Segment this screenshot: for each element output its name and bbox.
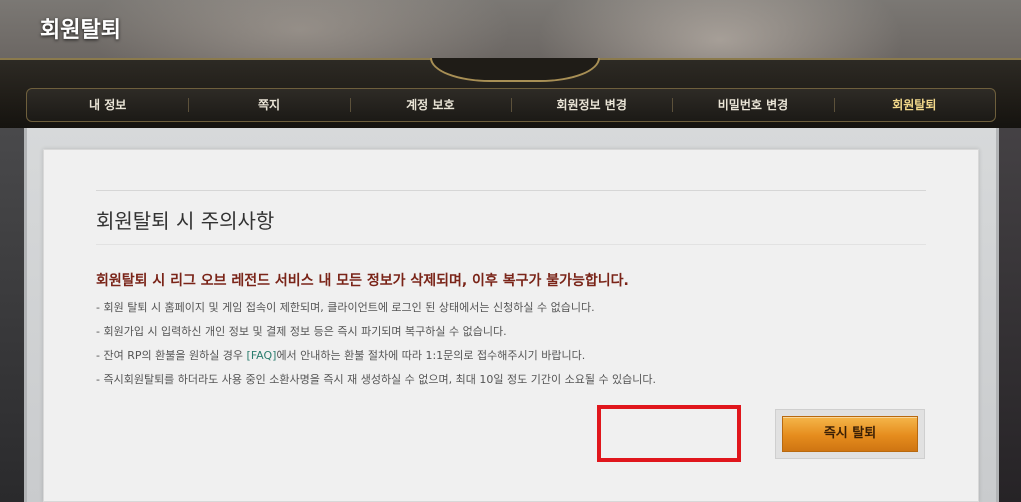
divider-top — [96, 190, 926, 191]
notice-text: - 잔여 RP의 환불을 원하실 경우 — [96, 349, 247, 362]
account-nav: 내 정보 쪽지 계정 보호 회원정보 변경 비밀번호 변경 회원탈퇴 — [26, 88, 996, 122]
notice-list: - 회원 탈퇴 시 홈페이지 및 게임 접속이 제한되며, 클라이언트에 로그인… — [96, 300, 926, 396]
tab-account-protection[interactable]: 계정 보호 — [349, 88, 511, 122]
notice-item: - 잔여 RP의 환불을 원하실 경우 [FAQ]에서 안내하는 환불 절차에 … — [96, 348, 926, 372]
notice-item: - 회원 탈퇴 시 홈페이지 및 게임 접속이 제한되며, 클라이언트에 로그인… — [96, 301, 595, 314]
page-title: 회원탈퇴 — [40, 18, 121, 43]
notice-text: 에서 안내하는 환불 절차에 따라 1:1문의로 접수해주시기 바랍니다. — [276, 349, 586, 362]
tab-withdraw[interactable]: 회원탈퇴 — [833, 88, 995, 122]
withdraw-button-frame: 즉시 탈퇴 — [775, 409, 925, 459]
tab-change-password[interactable]: 비밀번호 변경 — [672, 88, 833, 122]
highlight-box — [597, 405, 741, 462]
notice-item: - 회원가입 시 입력하신 개인 정보 및 결제 정보 등은 즉시 파기되며 복… — [96, 325, 507, 338]
tab-edit-member-info[interactable]: 회원정보 변경 — [510, 88, 672, 122]
section-title: 회원탈퇴 시 주의사항 — [96, 209, 275, 233]
tab-messages[interactable]: 쪽지 — [188, 88, 349, 122]
tab-my-info[interactable]: 내 정보 — [27, 88, 188, 122]
withdraw-now-button[interactable]: 즉시 탈퇴 — [782, 416, 918, 452]
divider-mid — [96, 244, 926, 245]
withdraw-warning: 회원탈퇴 시 리그 오브 레전드 서비스 내 모든 정보가 삭제되며, 이후 복… — [96, 273, 629, 289]
faq-link[interactable]: [FAQ] — [247, 349, 277, 362]
notice-item: - 즉시회원탈퇴를 하더라도 사용 중인 소환사명을 즉시 재 생성하실 수 없… — [96, 373, 657, 386]
